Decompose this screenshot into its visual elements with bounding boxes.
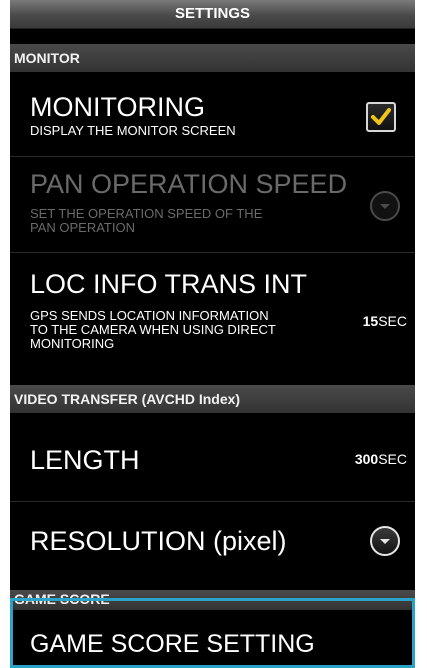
loc-info-title: LOC INFO TRANS INT xyxy=(30,269,308,299)
section-header-video-transfer: VIDEO TRANSFER (AVCHD Index) xyxy=(10,385,415,413)
settings-screen: SETTINGS MONITOR MONITORING DISPLAY THE … xyxy=(10,0,415,668)
pan-speed-description-line1: SET THE OPERATION SPEED OF THE xyxy=(30,206,263,221)
loc-info-value: 15SEC xyxy=(363,313,407,329)
length-unit: SEC xyxy=(378,451,407,467)
pan-speed-description-line2: PAN OPERATION xyxy=(30,220,135,235)
loc-info-description-line1: GPS SENDS LOCATION INFORMATION xyxy=(30,308,269,323)
monitoring-setting[interactable]: MONITORING DISPLAY THE MONITOR SCREEN xyxy=(10,72,415,156)
monitoring-title: MONITORING xyxy=(30,92,205,122)
loc-info-trans-int-setting[interactable]: LOC INFO TRANS INT GPS SENDS LOCATION IN… xyxy=(10,253,415,385)
chevron-down-icon xyxy=(380,539,390,544)
loc-info-number: 15 xyxy=(362,313,379,329)
resolution-dropdown-button[interactable] xyxy=(370,526,400,556)
length-value: 300SEC xyxy=(355,451,407,467)
pan-operation-speed-setting[interactable]: PAN OPERATION SPEED SET THE OPERATION SP… xyxy=(10,157,415,252)
section-header-monitor: MONITOR xyxy=(10,44,415,72)
loc-info-description-line3: MONITORING xyxy=(30,336,115,351)
loc-info-unit: SEC xyxy=(378,313,407,329)
loc-info-description-line2: TO THE CAMERA WHEN USING DIRECT xyxy=(30,322,276,337)
resolution-setting[interactable]: RESOLUTION (pixel) xyxy=(10,502,415,588)
length-number: 300 xyxy=(354,451,379,467)
monitoring-description: DISPLAY THE MONITOR SCREEN xyxy=(30,123,236,138)
checkmark-icon xyxy=(371,108,391,125)
pan-speed-title: PAN OPERATION SPEED xyxy=(30,169,348,199)
page-title: SETTINGS xyxy=(10,0,415,29)
chevron-down-icon xyxy=(380,204,390,209)
resolution-title: RESOLUTION (pixel) xyxy=(30,526,287,556)
length-title: LENGTH xyxy=(30,445,140,475)
focus-highlight-frame xyxy=(10,598,415,668)
length-setting[interactable]: LENGTH 300SEC xyxy=(10,413,415,501)
pan-speed-dropdown-button[interactable] xyxy=(370,191,400,221)
monitoring-checkbox[interactable] xyxy=(366,102,396,132)
